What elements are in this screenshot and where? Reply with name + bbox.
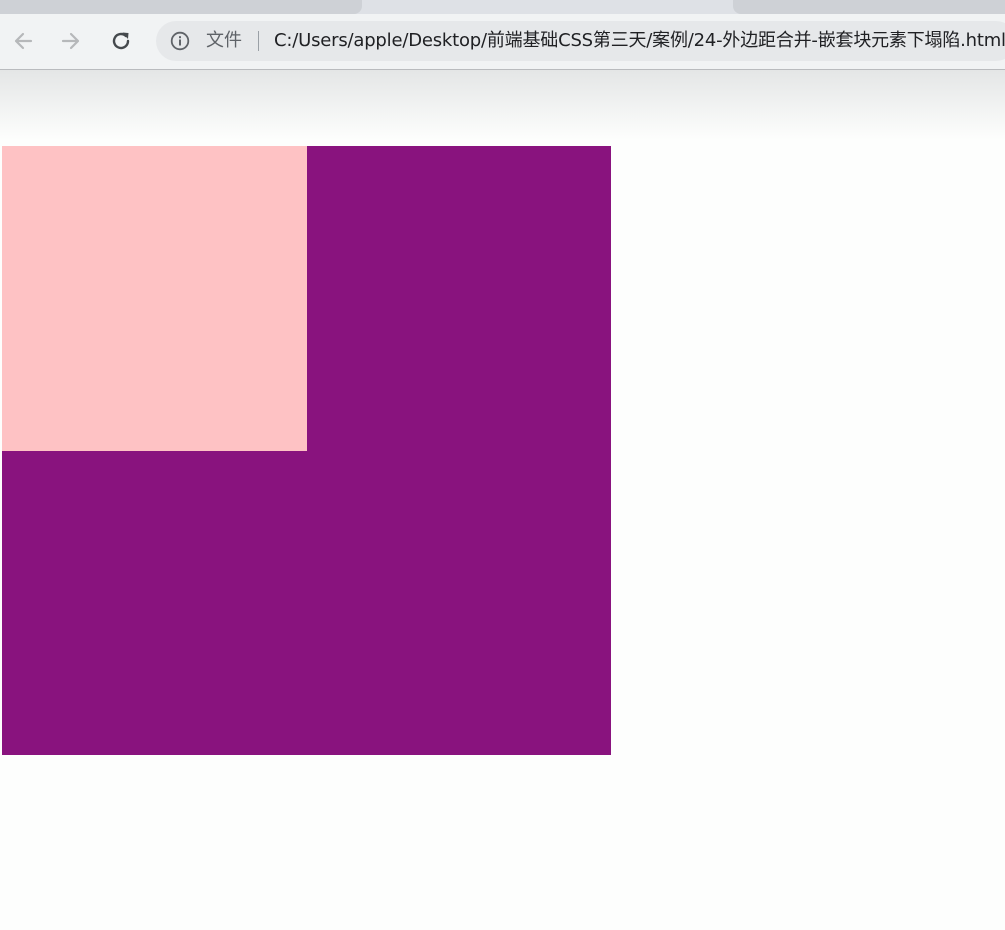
address-divider [258,31,259,51]
tab-strip [0,0,1005,14]
arrow-left-icon [14,32,33,50]
inactive-tab[interactable] [733,0,1005,14]
url-text[interactable]: C:/Users/apple/Desktop/前端基础CSS第三天/案例/24-… [274,30,1005,52]
content-top-shadow [0,70,1005,140]
browser-toolbar: 文件 C:/Users/apple/Desktop/前端基础CSS第三天/案例/… [0,14,1005,70]
outer-box [2,146,611,755]
back-button[interactable] [9,27,37,55]
reload-button[interactable] [107,27,135,55]
scheme-label: 文件 [206,30,242,51]
arrow-right-icon [61,32,80,50]
info-icon[interactable] [170,31,190,51]
active-tab[interactable] [0,0,362,14]
reload-icon [112,32,130,50]
address-bar[interactable]: 文件 C:/Users/apple/Desktop/前端基础CSS第三天/案例/… [156,21,1005,61]
forward-button[interactable] [57,27,85,55]
inner-box [2,146,307,451]
